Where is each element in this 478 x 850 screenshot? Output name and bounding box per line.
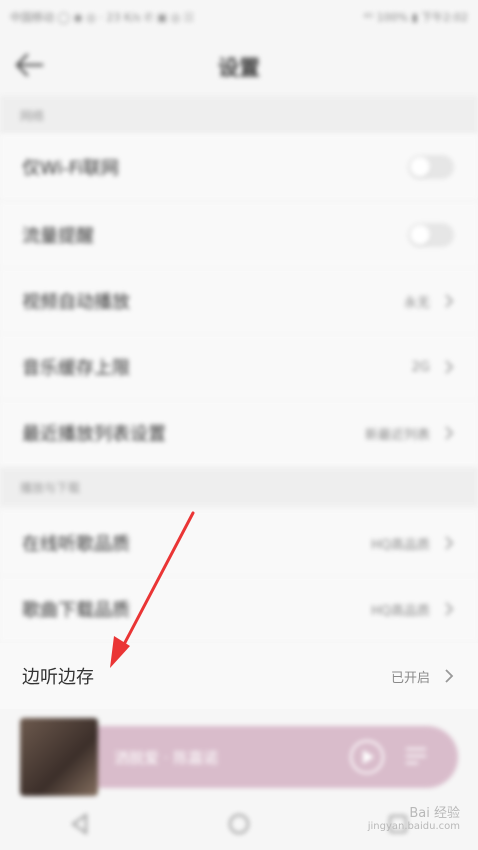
- toggle-knob: [410, 225, 430, 245]
- row-label: 边听边存: [22, 667, 94, 688]
- chevron-right-icon: [445, 360, 454, 374]
- row-value: 已开启: [390, 670, 430, 686]
- watermark-line1: Bai 经验: [409, 806, 460, 821]
- album-art[interactable]: [20, 718, 98, 796]
- chevron-right-icon: [445, 536, 454, 550]
- chevron-right-icon: [445, 669, 454, 683]
- section-header-playback-download: 播放与下载: [0, 468, 478, 506]
- page-title: 设置: [218, 56, 260, 80]
- data-reminder-toggle[interactable]: [408, 223, 454, 247]
- row-label: 视频自动播放: [22, 292, 130, 313]
- row-data-reminder[interactable]: 流量提醒: [0, 202, 478, 268]
- play-icon[interactable]: [348, 738, 386, 776]
- row-label: 仅Wi-Fi联网: [22, 158, 119, 179]
- chevron-right-icon: [445, 294, 454, 308]
- toggle-knob: [410, 157, 430, 177]
- section-header-network: 网络: [0, 96, 478, 134]
- row-value: HQ高品质: [370, 537, 430, 553]
- row-online-quality[interactable]: 在线听歌品质 HQ高品质: [0, 510, 478, 576]
- header: 设置: [0, 34, 478, 96]
- mini-player[interactable]: 洒脱爱 · 陈嘉诺: [20, 718, 458, 796]
- row-label: 歌曲下载品质: [22, 600, 130, 621]
- chevron-right-icon: [445, 602, 454, 616]
- playlist-icon[interactable]: [404, 744, 430, 770]
- row-music-cache-limit[interactable]: 音乐缓存上限 2G: [0, 334, 478, 400]
- chevron-right-icon: [445, 426, 454, 440]
- row-value: HQ高品质: [370, 603, 430, 619]
- now-playing-text: 洒脱爱 · 陈嘉诺: [114, 748, 219, 767]
- row-value: 新最近列表: [364, 427, 430, 443]
- row-label: 在线听歌品质: [22, 534, 130, 555]
- row-recent-playlist-settings[interactable]: 最近播放列表设置 新最近列表: [0, 400, 478, 466]
- row-cache-while-listening[interactable]: 边听边存 已开启: [0, 643, 478, 709]
- nav-back-icon[interactable]: [67, 811, 93, 837]
- watermark: Bai 经验 jingyan.baidu.com: [368, 802, 460, 832]
- row-download-quality[interactable]: 歌曲下载品质 HQ高品质: [0, 576, 478, 642]
- row-wifi-only[interactable]: 仅Wi-Fi联网: [0, 134, 478, 200]
- row-video-autoplay[interactable]: 视频自动播放 永无: [0, 268, 478, 334]
- row-value: 2G: [411, 359, 430, 375]
- status-bar: 中国移动 ◯ ◉ ◎ · 23 K/s ✆ ▣ ◎ ☷ ⁴ᴳ 100% ▮ 下午…: [0, 0, 478, 34]
- row-label: 流量提醒: [22, 226, 94, 247]
- row-label: 音乐缓存上限: [22, 358, 130, 379]
- wifi-only-toggle[interactable]: [408, 155, 454, 179]
- row-value: 永无: [403, 295, 430, 311]
- watermark-line2: jingyan.baidu.com: [367, 821, 460, 832]
- nav-home-icon[interactable]: [226, 811, 252, 837]
- row-label: 最近播放列表设置: [22, 424, 166, 445]
- status-right: ⁴ᴳ 100% ▮ 下午2:02: [363, 11, 468, 24]
- status-left: 中国移动 ◯ ◉ ◎ · 23 K/s ✆ ▣ ◎ ☷: [10, 11, 194, 24]
